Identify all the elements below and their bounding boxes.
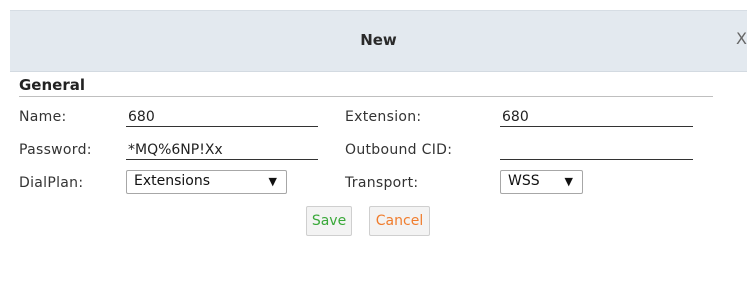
dropdown-arrow-icon: ▼ bbox=[268, 175, 277, 188]
dropdown-arrow-icon: ▼ bbox=[564, 175, 573, 188]
dialog-title: New bbox=[360, 31, 397, 49]
password-field[interactable] bbox=[126, 140, 318, 160]
extension-field[interactable] bbox=[500, 107, 693, 127]
save-button[interactable]: Save bbox=[306, 206, 352, 236]
section-divider bbox=[19, 96, 713, 97]
name-field[interactable] bbox=[126, 107, 318, 127]
dialog-titlebar: New X bbox=[10, 10, 747, 72]
transport-select-value: WSS bbox=[508, 173, 540, 189]
password-label: Password: bbox=[19, 142, 92, 158]
outbound-cid-field[interactable] bbox=[500, 140, 693, 160]
transport-select[interactable]: WSS ▼ bbox=[500, 170, 583, 194]
dialplan-select[interactable]: Extensions ▼ bbox=[126, 170, 287, 194]
close-icon[interactable]: X bbox=[736, 29, 747, 48]
section-title-general: General bbox=[19, 76, 85, 94]
transport-label: Transport: bbox=[345, 175, 419, 191]
cancel-button[interactable]: Cancel bbox=[369, 206, 430, 236]
extension-label: Extension: bbox=[345, 109, 422, 125]
outbound-cid-label: Outbound CID: bbox=[345, 142, 453, 158]
dialplan-select-value: Extensions bbox=[134, 173, 211, 189]
name-label: Name: bbox=[19, 109, 67, 125]
dialplan-label: DialPlan: bbox=[19, 175, 84, 191]
